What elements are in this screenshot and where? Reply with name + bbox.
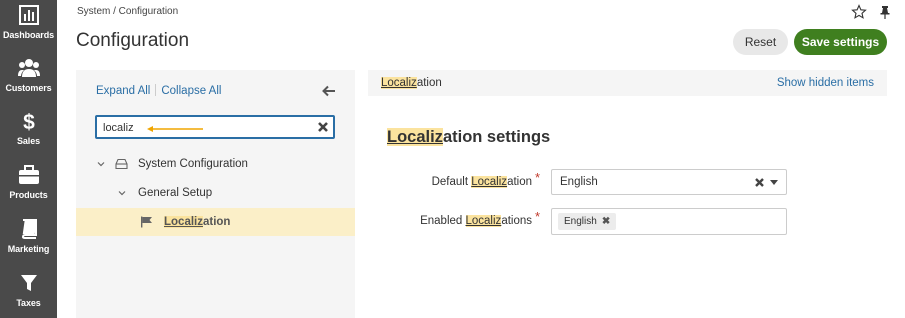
required-marker: * xyxy=(535,170,541,185)
nav-label: Products xyxy=(9,190,48,200)
divider xyxy=(155,84,157,96)
label-post: ations xyxy=(501,215,532,227)
nav-label: Sales xyxy=(16,136,41,146)
tree-node-label: System Configuration xyxy=(138,158,248,170)
tree-node-label: Localization xyxy=(164,216,230,228)
chip-label: English xyxy=(564,216,597,227)
search-match-highlight: Localiz xyxy=(471,176,508,188)
breadcrumb: System / Configuration xyxy=(77,6,179,17)
nav-label: Marketing xyxy=(7,244,50,254)
nav-item-taxes[interactable]: Taxes xyxy=(0,272,57,318)
label-pre: Enabled xyxy=(420,215,466,227)
remove-chip-icon[interactable]: ✖ xyxy=(602,213,610,230)
main-nav: Dashboards Customers $ Sales Products Ma… xyxy=(0,0,57,318)
nav-item-customers[interactable]: Customers xyxy=(0,57,57,109)
filter-icon xyxy=(20,275,37,291)
show-hidden-items-link[interactable]: Show hidden items xyxy=(777,77,874,89)
tree-node-localization[interactable]: Localization xyxy=(76,208,355,236)
selected-value: English xyxy=(560,176,598,188)
selected-chip: English ✖ xyxy=(558,213,617,230)
search-match-highlight: Localiz xyxy=(387,128,443,146)
collapse-all-link[interactable]: Collapse All xyxy=(161,85,221,97)
star-icon[interactable] xyxy=(851,4,867,20)
label-post: ation xyxy=(507,176,532,188)
enabled-localizations-label: Enabled Localizations xyxy=(400,215,532,227)
bar-chart-icon xyxy=(18,5,39,25)
chevron-down-icon[interactable] xyxy=(96,159,106,169)
users-icon xyxy=(17,59,40,77)
dollar-icon: $ xyxy=(23,111,35,132)
drive-icon xyxy=(115,158,128,170)
search-match-highlight: Localiz xyxy=(381,77,417,89)
tree-node-general-setup[interactable]: General Setup xyxy=(76,179,355,207)
flag-icon xyxy=(141,216,152,228)
clear-search-icon[interactable] xyxy=(317,121,329,133)
expand-all-link[interactable]: Expand All xyxy=(96,85,150,97)
nav-item-sales[interactable]: $ Sales xyxy=(0,110,57,162)
tree-toolbar: Expand All Collapse All xyxy=(96,84,221,97)
default-localization-select[interactable]: English xyxy=(551,169,787,195)
section-title: Localization settings xyxy=(387,128,550,147)
nav-label: Dashboards xyxy=(2,30,54,40)
content-header: Localization Show hidden items xyxy=(368,70,887,96)
enabled-localizations-multiselect[interactable]: English ✖ xyxy=(551,208,787,235)
svg-text:$: $ xyxy=(23,111,35,132)
tree-node-system-configuration[interactable]: System Configuration xyxy=(76,150,355,178)
label-pre: Default xyxy=(431,176,472,188)
required-marker: * xyxy=(535,209,541,224)
briefcase-icon xyxy=(18,165,39,184)
caret-down-icon[interactable] xyxy=(770,180,778,185)
pin-icon[interactable] xyxy=(877,4,893,20)
label-rest: ation xyxy=(416,77,442,89)
search-match-highlight: Localiz xyxy=(164,216,203,228)
config-tree-panel: Expand All Collapse All System Configurat… xyxy=(76,70,355,318)
nav-item-marketing[interactable]: Marketing xyxy=(0,218,57,270)
book-icon xyxy=(21,219,37,239)
arrow-left-icon xyxy=(147,126,203,132)
page-title: Configuration xyxy=(76,30,190,51)
label-rest: ation xyxy=(202,216,231,228)
search-match-highlight: Localiz xyxy=(465,215,502,227)
chevron-down-icon[interactable] xyxy=(117,188,127,198)
save-settings-button[interactable]: Save settings xyxy=(794,29,887,55)
section-breadcrumb: Localization xyxy=(381,77,442,89)
clear-selection-icon[interactable] xyxy=(754,177,765,188)
default-localization-label: Default Localization xyxy=(400,176,532,188)
label-rest: ation settings xyxy=(442,128,551,146)
tree-search-field[interactable] xyxy=(95,115,335,139)
nav-item-dashboards[interactable]: Dashboards xyxy=(0,4,57,56)
reset-button[interactable]: Reset xyxy=(733,29,788,55)
tree-node-label: General Setup xyxy=(138,187,213,199)
collapse-sidebar-icon[interactable] xyxy=(322,84,336,98)
nav-label: Customers xyxy=(5,83,52,93)
nav-label: Taxes xyxy=(16,298,41,308)
nav-item-products[interactable]: Products xyxy=(0,164,57,216)
